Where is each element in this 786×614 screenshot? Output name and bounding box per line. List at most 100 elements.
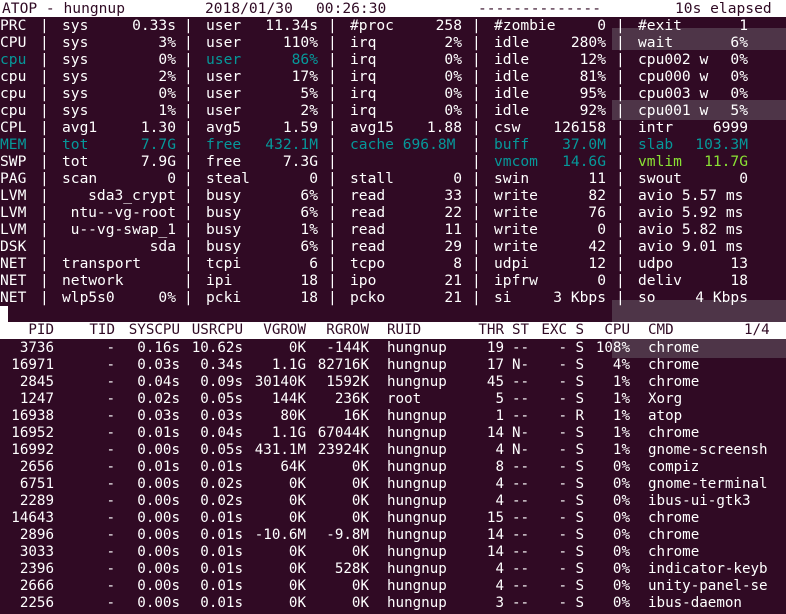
cell-cmd: atop <box>648 408 683 424</box>
table-row[interactable]: 2666-0.00s 0.01s 0K 0K hungnup 4 -- - S 0% unity-p… <box>0 578 786 595</box>
terminal-window[interactable]: ATOP - hungnup 2018/01/30 00:26:30 -----… <box>0 0 786 614</box>
metric-name: read <box>350 187 386 204</box>
cell-cpu: 1% <box>612 442 630 458</box>
metric-value: 6% <box>730 34 748 51</box>
metric-value: 6999 <box>712 119 748 136</box>
column-separator: | <box>472 255 481 272</box>
table-row[interactable]: 2396-0.00s 0.01s 0K 528K hungnup 4 -- - S 0% indic… <box>0 561 786 578</box>
column-separator: | <box>40 51 49 68</box>
metric-value: 18 <box>300 272 318 289</box>
metric-value: 0% <box>730 85 748 102</box>
cell-rgrow: 236K <box>334 391 369 407</box>
column-separator: | <box>616 17 625 34</box>
table-row[interactable]: 16938-0.03s 0.03s 80K 16K hungnup 1 -- - R 1% atop <box>0 408 786 425</box>
metric-name: si <box>494 289 512 306</box>
cell-cpu: 4% <box>612 357 630 373</box>
metric-name: irq <box>350 68 377 85</box>
cell-rgrow: 23924K <box>317 442 369 458</box>
column-separator: | <box>472 238 481 255</box>
cell-rgrow: 67044K <box>317 425 369 441</box>
metric-value: 95% <box>579 85 606 102</box>
metric-name: free <box>206 136 242 153</box>
metric-value: 0% <box>158 289 176 306</box>
metric-value: 22 <box>444 204 462 221</box>
metric-value: 13 <box>730 255 748 272</box>
metric-name: avg1 <box>62 119 98 136</box>
column-separator: | <box>184 238 193 255</box>
line-label: cpu <box>0 102 27 119</box>
column-separator: | <box>184 272 193 289</box>
table-row[interactable]: 16971-0.03s 0.34s 1.1G 82716K hungnup 17 N- - S 4… <box>0 357 786 374</box>
metric-value: 33 <box>444 187 462 204</box>
system-line-net: NET | | | | | wlp5s0 0% pcki 18 pcko 21 si 3 Kbps so 4 … <box>0 289 786 306</box>
metric-value: 432.1M <box>265 136 318 153</box>
table-row[interactable]: 2289-0.00s 0.02s 0K 0K hungnup 4 -- - S 0% ibus-ui… <box>0 493 786 510</box>
column-separator: | <box>328 119 337 136</box>
table-row[interactable]: 2845-0.04s 0.09s 30140K 1592K hungnup 45 -- - S 1… <box>0 374 786 391</box>
metric-name: user <box>206 17 242 34</box>
column-separator: | <box>616 102 625 119</box>
metric-value: 0 <box>597 272 606 289</box>
metric-value: 82 <box>588 187 606 204</box>
cell-cpu: 1% <box>612 425 630 441</box>
metric-name: avio 5.57 ms <box>638 187 744 204</box>
column-separator: | <box>40 136 49 153</box>
metric-value: 0% <box>444 102 462 119</box>
column-separator: | <box>328 272 337 289</box>
column-separator: | <box>328 102 337 119</box>
metric-name: intr <box>638 119 674 136</box>
column-separator: | <box>184 204 193 221</box>
table-row[interactable]: 3736-0.16s 10.62s 0K -144K hungnup 19 -- - S 108%… <box>0 340 786 357</box>
column-separator: | <box>616 204 625 221</box>
column-separator: | <box>40 85 49 102</box>
line-label: DSK <box>0 238 27 255</box>
metric-name: idle <box>494 102 530 119</box>
table-row[interactable]: 2256-0.00s 0.01s 0K 0K hungnup 3 -- - S 0% ibus-da… <box>0 595 786 612</box>
table-row[interactable]: 2896-0.00s 0.01s -10.6M -9.8M hungnup 14 -- - S 0… <box>0 527 786 544</box>
column-separator: | <box>40 68 49 85</box>
cell-ruid: root <box>387 391 422 407</box>
metric-value: 6 <box>309 255 318 272</box>
table-row[interactable]: 3033-0.00s 0.01s 0K 0K hungnup 14 -- - S 0% chrome <box>0 544 786 561</box>
line-label: LVM <box>0 204 27 221</box>
cell-cpu: 0% <box>612 527 630 543</box>
column-header-ruid: RUID <box>387 322 422 338</box>
cell-cmd: chrome <box>648 340 700 356</box>
metric-name: vmlim <box>638 153 682 170</box>
cell-cpu: 0% <box>612 493 630 509</box>
metric-value: 37.0M <box>562 136 606 153</box>
metric-name: busy <box>206 187 242 204</box>
title-dashes: -------------- <box>478 0 602 17</box>
line-label: NET <box>0 272 27 289</box>
metric-name: buff <box>494 136 530 153</box>
table-row[interactable]: 1247-0.02s 0.05s 144K 236K root 5 -- - S 1% Xorg <box>0 391 786 408</box>
metric-value: 5% <box>300 85 318 102</box>
table-row[interactable]: 16992-0.00s 0.05s 431.1M 23924K hungnup 4 N- - S… <box>0 442 786 459</box>
table-row[interactable]: 6751-0.00s 0.02s 0K 0K hungnup 4 -- - S 0% gnome-t… <box>0 476 786 493</box>
column-separator: | <box>328 238 337 255</box>
cell-cpu: 0% <box>612 595 630 611</box>
metric-value: 126158 <box>553 119 606 136</box>
cell-cmd: gnome-terminal <box>648 476 768 492</box>
metric-value: 0% <box>444 85 462 102</box>
metric-name: pcko <box>350 289 386 306</box>
metric-value: 0% <box>730 68 748 85</box>
metric-name: avg5 <box>206 119 242 136</box>
table-row[interactable]: 16952-0.01s 0.04s 1.1G 67044K hungnup 14 N- - S 1… <box>0 425 786 442</box>
cell-cmd: chrome <box>648 357 700 373</box>
line-label: NET <box>0 289 27 306</box>
column-separator: | <box>40 272 49 289</box>
column-separator: | <box>616 136 625 153</box>
metric-name: tot <box>62 153 89 170</box>
table-row[interactable]: 2656-0.01s 0.01s 64K 0K hungnup 8 -- - S 0% compiz <box>0 459 786 476</box>
table-row[interactable]: 14643-0.00s 0.01s 0K 0K hungnup 15 -- - S 0% chrom… <box>0 510 786 527</box>
metric-name: udpi <box>494 255 530 272</box>
cell-cpu: 1% <box>612 408 630 424</box>
column-separator: | <box>616 85 625 102</box>
column-separator: | <box>40 119 49 136</box>
metric-name: sys <box>62 102 89 119</box>
cursor-block <box>0 306 8 322</box>
cell-cmd: ibus-ui-gtk3 <box>648 493 751 509</box>
atop-time: 00:26:30 <box>316 0 387 17</box>
metric-name: read <box>350 204 386 221</box>
